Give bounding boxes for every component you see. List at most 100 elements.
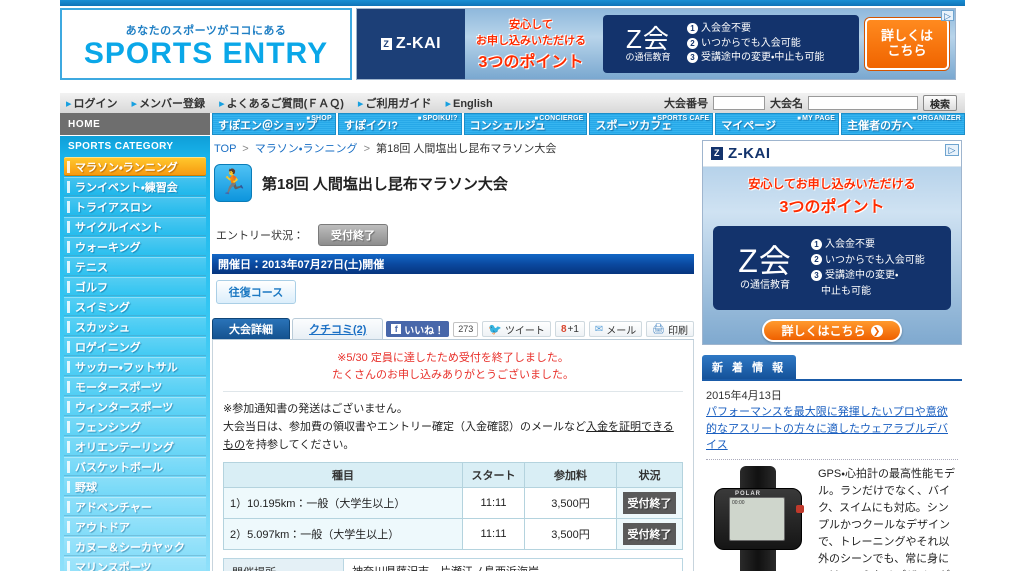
sidebar-item-2[interactable]: トライアスロン [64,197,206,216]
detail-panel: ※5/30 定員に達したため受付を終了しました。 たくさんのお申し込みありがとう… [212,340,694,571]
right-ad-cta-button[interactable]: 詳しくはこちら ❯ [762,319,902,342]
banner-row: あなたのスポーツがココにある SPORTS ENTRY Z Z-KAI 安心して … [60,8,965,86]
sidebar-item-label: モータースポーツ [75,381,163,394]
twitter-share-button[interactable]: 🐦 ツイート [482,321,551,337]
table-row: 2）5.097km：一般（大学生以上） 11:11 3,500円 受付終了 [223,518,683,551]
nav-item-concierge[interactable]: CONCIERGE コンシェルジュ [463,113,588,135]
nav-tag-shop: SHOP [306,115,331,122]
site-logo[interactable]: あなたのスポーツがココにある SPORTS ENTRY [60,8,352,80]
nav-item-organizer[interactable]: ORGANIZER 主催者の方へ [841,113,965,135]
primary-nav: HOME SHOP すぽエン＠ショップ SPOIKU!? すぽイク!? CONC… [60,113,965,135]
print-button[interactable]: 🖨 印刷 [646,321,694,337]
news-headline-link[interactable]: パフォーマンスを最大限に発揮したいプロや意欲的なアスリートの方々に適したウェアラ… [706,404,958,454]
sidebar-item-6[interactable]: ゴルフ [64,277,206,296]
nav-item-shop[interactable]: SHOP すぽエン＠ショップ [212,113,336,135]
right-ad-headline1: 安心してお申し込みいただける [748,177,916,191]
nav-tag-spoiku: SPOIKU!? [418,115,458,122]
ad-choices-icon[interactable]: ▷ [945,144,959,156]
search-name-input[interactable] [808,96,918,110]
sidebar-item-8[interactable]: スカッシュ [64,317,206,336]
closure-notice-line1: ※5/30 定員に達したため受付を終了しました。 [337,352,569,364]
news-date: 2015年4月13日 [706,390,782,402]
news-description: GPS・心拍計の最高性能モデル。ランだけでなく、バイク、スイムにも対応。シンプル… [818,467,955,571]
facebook-like-button[interactable]: f いいね！ [386,321,450,337]
right-ad-zkai-logo: Z会 の通信教育 [719,244,811,291]
sidebar-item-13[interactable]: フェンシング [64,417,206,436]
nav-item-sports-cafe[interactable]: SPORTS CAFE スポーツカフェ [589,113,714,135]
sidebar-item-bullet [67,420,70,433]
breadcrumb-separator-1: > [242,143,249,155]
nav-item-my-page[interactable]: MY PAGE マイページ [715,113,840,135]
info-row: 開催場所神奈川県藤沢市 片瀬江ノ島西浜海岸 [223,558,683,571]
sidebar-item-7[interactable]: スイミング [64,297,206,316]
ad-points-list: 1 入会金不要 2 いつからでも入会可能 3 受講途中の変更・中止も可能 [687,22,824,66]
ad-choices-icon[interactable]: ▷ [941,10,954,21]
right-advertisement[interactable]: Z Z-KAI ▷ 安心してお申し込みいただける 3つのポイント Z会 の通信教育… [702,140,962,345]
sidebar-item-14[interactable]: オリエンテーリング [64,437,206,456]
ad-brand-name: Z-KAI [395,35,442,52]
sidebar-item-10[interactable]: サッカー・フットサル [64,357,206,376]
sidebar-item-5[interactable]: テニス [64,257,206,276]
sidebar-item-bullet [67,440,70,453]
course-row: 往復コース [212,274,694,304]
note-underline-phrase: 入金を証明できるもの [223,421,674,452]
nav-item-spoiku[interactable]: SPOIKU!? すぽイク!? [337,113,462,135]
sidebar-item-bullet [67,200,70,213]
right-ad-brand-name: Z-KAI [728,145,771,162]
page-title: 第18回 人間塩出し昆布マラソン大会 [262,175,508,193]
googleplus-icon: 8 [560,323,567,335]
sidebar-item-12[interactable]: ウィンタースポーツ [64,397,206,416]
nav-item-home[interactable]: HOME [60,113,210,135]
tab-reviews[interactable]: クチコミ(2) [292,318,384,339]
chevron-right-icon: ❯ [870,324,883,337]
sidebar-item-1[interactable]: ランイベント・練習会 [64,177,206,196]
sidebar-item-17[interactable]: アドベンチャー [64,497,206,516]
sidebar-item-0[interactable]: マラソン・ランニング [64,157,206,176]
search-button[interactable]: 検索 [923,95,957,111]
right-ad-header: Z Z-KAI [703,141,961,167]
entry-status-label: エントリー状況： [216,230,304,242]
sidebar-item-18[interactable]: アウトドア [64,517,206,536]
ad-headline-line2: お申し込みいただける [476,35,586,47]
search-area: 大会番号 大会名 検索 [664,95,965,111]
breadcrumb-category[interactable]: マラソン・ランニング [255,143,358,155]
nav-link-login[interactable]: ログイン [66,95,118,111]
sidebar-item-label: オリエンテーリング [75,441,174,454]
sidebar-item-label: マラソン・ランニング [75,161,178,174]
search-number-input[interactable] [713,96,765,110]
sidebar-item-16[interactable]: 野球 [64,477,206,496]
tab-reviews-link[interactable]: クチコミ(2) [309,321,366,337]
sidebar-item-20[interactable]: マリンスポーツ [64,557,206,571]
googleplus-button[interactable]: 8 +1 [554,321,585,337]
ad-point-3-text: 受講途中の変更・中止も可能 [701,52,825,64]
sidebar-item-19[interactable]: カヌー＆シーカヤック [64,537,206,556]
sidebar-item-3[interactable]: サイクルイベント [64,217,206,236]
event-start-cell: 11:11 [462,518,525,551]
tab-event-detail[interactable]: 大会詳細 [212,318,290,339]
nav-link-guide[interactable]: ご利用ガイド [358,95,431,111]
top-advertisement[interactable]: Z Z-KAI 安心して お申し込みいただける 3つのポイント Z会 の通信教育 … [356,8,956,80]
number-1-icon: 1 [811,238,822,250]
mail-share-button[interactable]: ✉ メール [588,321,643,337]
ad-cta-button[interactable]: 詳しくは こちら [865,18,949,70]
breadcrumb-top[interactable]: TOP [214,143,236,155]
nav-link-faq[interactable]: よくあるご質問(ＦＡＱ) [219,95,344,111]
logo-tagline: あなたのスポーツがココにある [125,24,287,37]
social-share-buttons: f いいね！ 273 🐦 ツイート 8 +1 ✉ メール 🖨 印刷 [386,321,694,339]
sidebar-item-label: トライアスロン [75,201,152,214]
ad-cta-line1: 詳しくは [880,28,933,44]
sidebar-item-label: テニス [75,261,108,274]
status-badge: 受付終了 [623,523,676,546]
event-fee-cell: 3,500円 [524,518,617,551]
sidebar-item-4[interactable]: ウォーキング [64,237,206,256]
nav-link-member-register[interactable]: メンバー登録 [132,95,205,111]
sidebar-item-15[interactable]: バスケットボール [64,457,206,476]
sidebar-item-label: フェンシング [75,421,141,434]
sidebar-item-11[interactable]: モータースポーツ [64,377,206,396]
info-table: 開催場所神奈川県藤沢市 片瀬江ノ島西浜海岸郵便番号246-0005事務局神奈川県… [223,558,683,571]
twitter-label: ツイート [504,325,545,337]
right-ad-point-3-text: 受講途中の変更・ 中止も可能 [820,270,899,297]
news-divider [706,458,958,460]
sidebar-item-9[interactable]: ロゲイニング [64,337,206,356]
nav-link-english[interactable]: English [445,97,493,110]
